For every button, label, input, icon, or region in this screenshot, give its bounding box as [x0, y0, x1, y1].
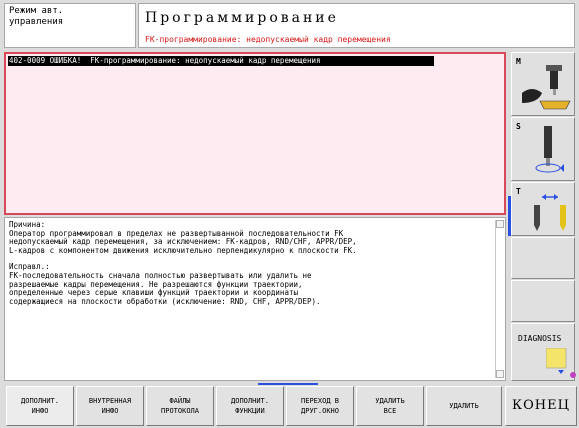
cause-line: L-кадров с компонентом движения исключит… [9, 245, 357, 255]
title-box: Программирование FK-программирование: не… [138, 3, 575, 48]
error-info-panel: Причина: Оператор программировал в преде… [4, 217, 506, 381]
mode-line-1: Режим авт. [9, 6, 64, 16]
scroll-up-icon[interactable] [496, 220, 504, 228]
m-function-button[interactable]: M [511, 52, 575, 116]
page-subtitle: FK-программирование: недопускаемый кадр … [145, 35, 391, 44]
diagnosis-label: DIAGNOSIS [518, 334, 562, 343]
status-indicator-icon [570, 372, 576, 378]
info-scrollbar[interactable] [495, 220, 504, 378]
softkey-delete-all[interactable]: УДАЛИТЬ ВСЕ [356, 386, 424, 426]
softkey-internal-info[interactable]: ВНУТРЕННАЯ ИНФО [76, 386, 144, 426]
softkey-delete[interactable]: УДАЛИТЬ [426, 386, 502, 426]
mode-line-2: управления [9, 17, 64, 27]
s-function-button[interactable]: S [511, 117, 575, 181]
page-title: Программирование [145, 10, 339, 26]
softkey-more-info[interactable]: ДОПОЛНИТ. ИНФО [6, 386, 74, 426]
softkey-more-functions[interactable]: ДОПОЛНИТ. ФУНКЦИИ [216, 386, 284, 426]
t-function-button[interactable]: T [511, 182, 575, 236]
operating-mode-box: Режим авт. управления [4, 3, 136, 48]
error-list-panel[interactable]: 402-0009 ОШИБКА! FK-программирование: не… [4, 52, 506, 215]
side-empty-button-2[interactable] [511, 280, 575, 322]
scroll-down-icon[interactable] [496, 370, 504, 378]
s-label: S [516, 122, 521, 131]
t-label: T [516, 187, 521, 196]
spindle-speed-icon [535, 126, 564, 173]
tool-change-icon [534, 194, 566, 231]
fix-line: содержащиеся на плоскости обработки (иск… [9, 296, 321, 306]
softkey-log-files[interactable]: ФАЙЛЫ ПРОТОКОЛА [146, 386, 214, 426]
diagnosis-icon [546, 348, 567, 374]
error-info-text: Причина: Оператор программировал в преде… [9, 220, 493, 306]
softkey-accent-bar [258, 383, 318, 385]
end-button[interactable]: КОНЕЦ [505, 386, 577, 426]
diagnosis-button[interactable]: DIAGNOSIS [511, 323, 575, 381]
machine-spindle-icon [522, 65, 571, 110]
side-empty-button-1[interactable] [511, 237, 575, 279]
error-list-item-selected[interactable]: 402-0009 ОШИБКА! FK-программирование: не… [8, 56, 434, 66]
softkey-switch-window[interactable]: ПЕРЕХОД В ДРУГ.ОКНО [286, 386, 354, 426]
